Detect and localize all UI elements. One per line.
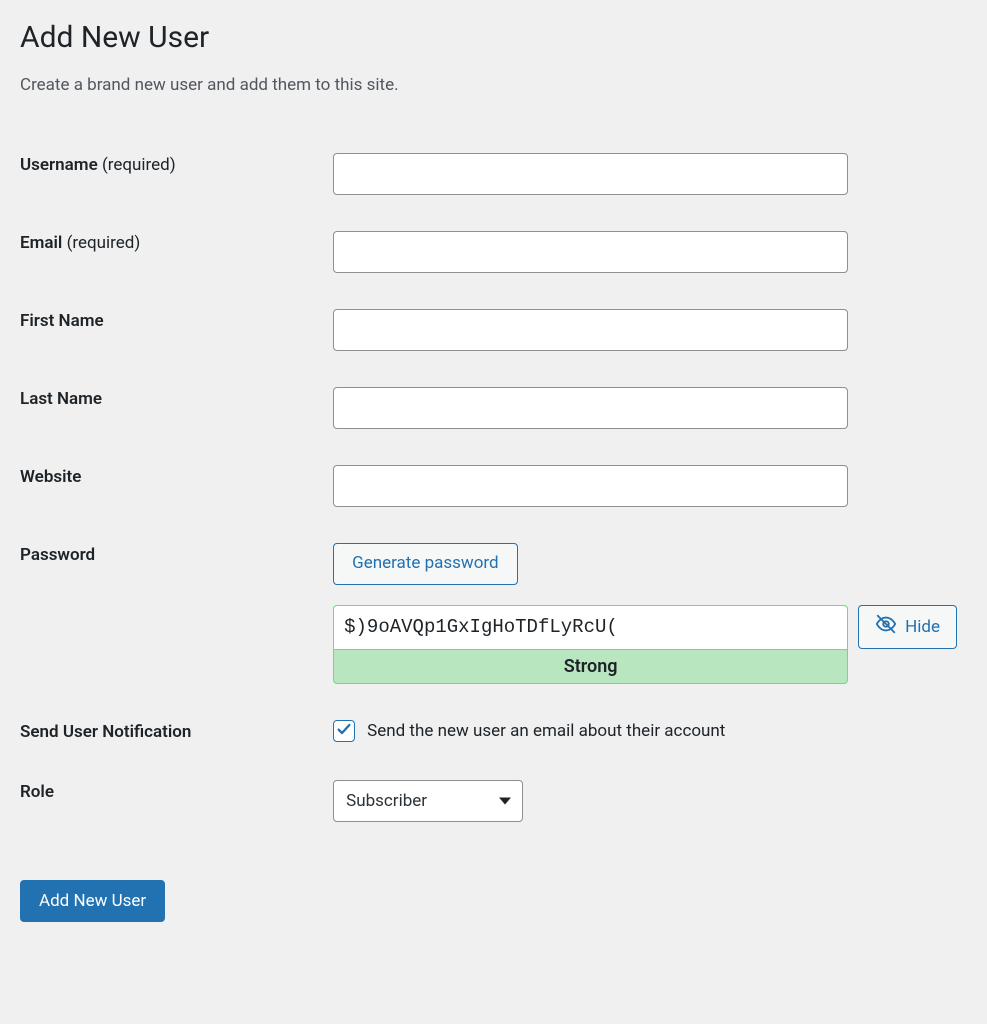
password-strength-meter: Strong	[333, 649, 848, 684]
password-input[interactable]	[333, 605, 848, 649]
notification-checkbox-label[interactable]: Send the new user an email about their a…	[367, 721, 725, 741]
notification-checkbox[interactable]	[333, 720, 355, 742]
email-input[interactable]	[333, 231, 848, 273]
check-icon	[336, 721, 352, 741]
first-name-label: First Name	[20, 291, 323, 369]
username-label: Username (required)	[20, 135, 323, 213]
password-label: Password	[20, 525, 323, 702]
website-input[interactable]	[333, 465, 848, 507]
last-name-input[interactable]	[333, 387, 848, 429]
role-label: Role	[20, 762, 323, 840]
website-label: Website	[20, 447, 323, 525]
role-select[interactable]: Subscriber	[333, 780, 523, 822]
page-title: Add New User	[20, 20, 967, 55]
first-name-input[interactable]	[333, 309, 848, 351]
username-input[interactable]	[333, 153, 848, 195]
generate-password-button[interactable]: Generate password	[333, 543, 517, 585]
email-label: Email (required)	[20, 213, 323, 291]
notification-label: Send User Notification	[20, 702, 323, 762]
add-new-user-button[interactable]: Add New User	[20, 880, 165, 922]
hide-password-button[interactable]: Hide	[858, 605, 957, 649]
last-name-label: Last Name	[20, 369, 323, 447]
page-description: Create a brand new user and add them to …	[20, 75, 967, 95]
eye-slash-icon	[875, 613, 897, 640]
